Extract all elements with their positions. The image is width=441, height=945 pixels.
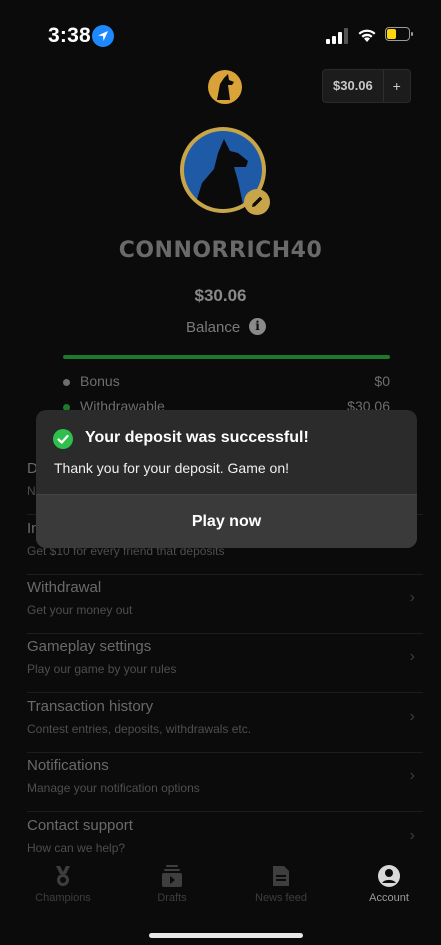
menu-item-subtitle: Contest entries, deposits, withdrawals e… [27, 722, 252, 736]
menu-item-subtitle: Get your money out [27, 603, 133, 617]
bonus-dot-icon [63, 378, 70, 386]
bonus-value: $0 [374, 373, 390, 389]
drafts-icon [162, 865, 182, 887]
tab-drafts[interactable]: Drafts [127, 864, 217, 904]
tab-account[interactable]: Account [344, 864, 434, 904]
tab-label: Champions [35, 892, 91, 904]
menu-item-title: Notifications [27, 757, 109, 774]
wallet-balance-button[interactable]: $30.06 + [322, 69, 411, 103]
menu-item-subtitle: How can we help? [27, 841, 126, 855]
tab-news-feed[interactable]: News feed [236, 864, 326, 904]
play-now-button[interactable]: Play now [36, 495, 417, 548]
balance-progress-bar [63, 355, 390, 359]
chevron-right-icon: › [409, 767, 415, 784]
balance-amount: $30.06 [194, 286, 247, 305]
tab-label: Account [369, 892, 409, 904]
status-time: 3:38 [48, 24, 91, 47]
brand-logo-icon[interactable] [208, 70, 242, 104]
success-check-icon [53, 429, 73, 449]
status-bar: 3:38 [0, 0, 441, 60]
deposit-success-toast: Your deposit was successful! Thank you f… [36, 410, 417, 548]
menu-item-gameplay-settings[interactable]: Gameplay settings Play our game by your … [27, 634, 423, 693]
account-icon [378, 865, 400, 887]
toast-message: Thank you for your deposit. Game on! [54, 460, 290, 476]
cellular-signal-icon [326, 28, 348, 44]
menu-item-title: Withdrawal [27, 579, 102, 596]
medal-icon [56, 866, 70, 886]
menu-item-subtitle: Manage your notification options [27, 781, 200, 795]
battery-icon [385, 27, 413, 41]
chevron-right-icon: › [409, 708, 415, 725]
add-funds-button[interactable]: + [382, 70, 410, 102]
screen: 3:38 $30.06 + CONNORRICH40 $30.06 Balanc… [0, 0, 441, 945]
menu-item-subtitle: N [27, 484, 36, 498]
menu-item-notifications[interactable]: Notifications Manage your notification o… [27, 753, 423, 812]
wallet-amount: $30.06 [333, 78, 373, 93]
bonus-row: Bonus $0 [63, 373, 390, 389]
username: CONNORRICH40 [118, 238, 323, 263]
tab-label: News feed [255, 892, 307, 904]
balance-label: Balance [186, 319, 241, 336]
chevron-right-icon: › [409, 648, 415, 665]
menu-item-subtitle: Play our game by your rules [27, 662, 177, 676]
location-arrow-icon [92, 25, 114, 47]
bonus-label: Bonus [80, 373, 120, 389]
tab-champions[interactable]: Champions [18, 864, 108, 904]
battery-level-fill [387, 29, 396, 39]
tab-label: Drafts [157, 892, 187, 904]
pencil-icon [252, 196, 263, 207]
chevron-right-icon: › [409, 589, 415, 606]
home-indicator[interactable] [149, 933, 303, 938]
menu-item-transaction-history[interactable]: Transaction history Contest entries, dep… [27, 694, 423, 753]
toast-title: Your deposit was successful! [85, 429, 309, 446]
menu-item-title: Transaction history [27, 698, 154, 715]
bottom-tab-bar: Champions Drafts News feed Account [0, 858, 441, 945]
battery-nub [411, 32, 413, 36]
wifi-icon [358, 29, 376, 42]
edit-avatar-button[interactable] [244, 189, 270, 215]
info-icon[interactable]: i [249, 318, 266, 335]
menu-item-withdrawal[interactable]: Withdrawal Get your money out › [27, 575, 423, 634]
menu-item-title: Gameplay settings [27, 638, 152, 655]
chevron-right-icon: › [409, 827, 415, 844]
news-icon [273, 866, 289, 886]
menu-item-title: Contact support [27, 817, 133, 834]
